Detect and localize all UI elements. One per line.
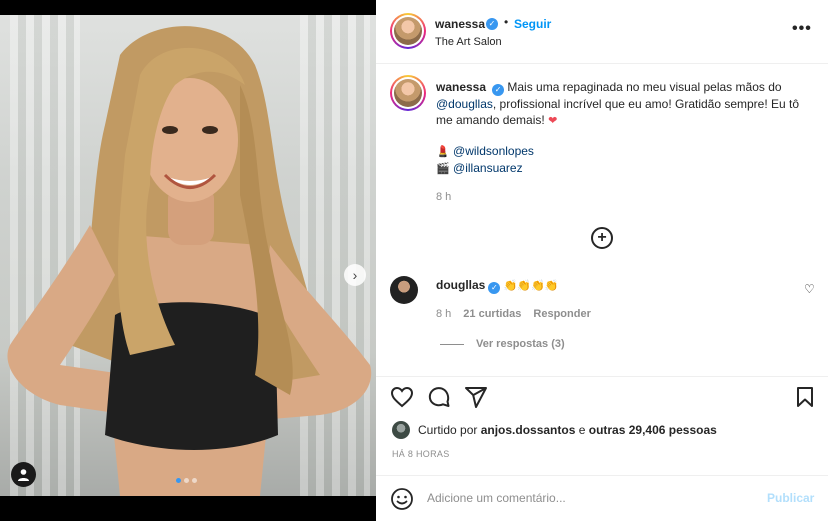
verified-badge-icon: ✓ bbox=[492, 84, 505, 96]
post-details-panel: wanessa ✓ • Seguir The Art Salon ••• wan… bbox=[376, 0, 828, 521]
reply-button[interactable]: Responder bbox=[533, 308, 590, 320]
comment-meta: 8 h 21 curtidas Responder bbox=[436, 308, 591, 320]
likes-prefix: Curtido por bbox=[418, 423, 481, 437]
post-photo bbox=[7, 26, 372, 496]
caption-author-avatar[interactable] bbox=[390, 75, 426, 111]
caption-username[interactable]: wanessa bbox=[436, 80, 486, 94]
comment-bubble-icon[interactable] bbox=[427, 385, 451, 409]
post-actions-bar bbox=[376, 376, 828, 416]
liker-avatar[interactable] bbox=[392, 421, 410, 439]
location-link[interactable]: The Art Salon bbox=[435, 36, 502, 48]
view-replies-button[interactable]: Ver respostas (3) bbox=[440, 338, 565, 350]
caption-timestamp[interactable]: 8 h bbox=[436, 191, 451, 203]
post-media: › bbox=[0, 15, 376, 496]
more-options-icon[interactable]: ••• bbox=[792, 20, 812, 38]
follow-button[interactable]: Seguir bbox=[514, 17, 551, 31]
verified-badge-icon: ✓ bbox=[486, 18, 498, 30]
comments-section: wanessa ✓ Mais uma repaginada no meu visu… bbox=[376, 65, 828, 375]
post-dialog: › wanessa ✓ • Seguir The Art Salon ••• w… bbox=[0, 0, 828, 521]
liker-username[interactable]: anjos.dossantos bbox=[481, 423, 576, 437]
carousel-dot bbox=[176, 478, 181, 483]
carousel-dot bbox=[184, 478, 189, 483]
save-bookmark-icon[interactable] bbox=[793, 385, 817, 409]
commenter-avatar[interactable] bbox=[390, 276, 418, 304]
clapperboard-icon: 🎬 bbox=[436, 162, 450, 175]
likes-middle: e bbox=[575, 423, 589, 437]
comment-timestamp[interactable]: 8 h bbox=[436, 308, 451, 320]
post-age[interactable]: HÁ 8 HORAS bbox=[392, 449, 450, 459]
like-heart-icon[interactable] bbox=[390, 385, 414, 409]
share-paper-plane-icon[interactable] bbox=[464, 385, 488, 409]
lipstick-icon: 💄 bbox=[436, 145, 450, 158]
chevron-right-icon: › bbox=[352, 267, 358, 283]
commenter-username[interactable]: dougllas bbox=[436, 278, 485, 292]
caption-text: Mais uma repaginada no meu visual pelas … bbox=[507, 80, 782, 94]
plus-icon: + bbox=[597, 229, 607, 246]
comment-like-heart-icon[interactable]: ♡ bbox=[804, 282, 815, 296]
likes-summary: Curtido por anjos.dossantos e outras 29,… bbox=[392, 421, 717, 439]
author-username[interactable]: wanessa bbox=[435, 17, 485, 31]
author-avatar[interactable] bbox=[390, 13, 426, 49]
emoji-smiley-icon[interactable] bbox=[390, 487, 414, 511]
post-header: wanessa ✓ • Seguir The Art Salon ••• bbox=[376, 0, 828, 64]
comment-text: 👏👏👏👏 bbox=[503, 279, 559, 292]
credit-mention[interactable]: @wildsonlopes bbox=[453, 144, 534, 158]
next-image-button[interactable]: › bbox=[344, 264, 366, 286]
comment-input[interactable] bbox=[427, 488, 747, 508]
view-replies-label: Ver respostas (3) bbox=[476, 338, 565, 350]
user-icon bbox=[18, 469, 29, 481]
likes-others-link[interactable]: outras 29,406 pessoas bbox=[589, 423, 717, 437]
red-heart-icon: ❤ bbox=[548, 114, 558, 127]
caption-mention[interactable]: @dougllas bbox=[436, 97, 493, 111]
replies-divider-line bbox=[440, 343, 464, 345]
tagged-users-button[interactable] bbox=[11, 462, 36, 487]
comment: dougllas ✓ 👏👏👏👏 bbox=[436, 278, 558, 294]
load-more-comments-button[interactable]: + bbox=[591, 227, 613, 249]
comment-likes-count[interactable]: 21 curtidas bbox=[463, 308, 521, 320]
separator-dot: • bbox=[504, 15, 509, 29]
carousel-dot bbox=[192, 478, 197, 483]
post-caption: wanessa ✓ Mais uma repaginada no meu visu… bbox=[436, 79, 808, 177]
add-comment-bar: Publicar bbox=[376, 475, 828, 521]
publish-button[interactable]: Publicar bbox=[767, 491, 814, 505]
carousel-indicator bbox=[176, 478, 197, 483]
credit-mention[interactable]: @illansuarez bbox=[453, 161, 523, 175]
verified-badge-icon: ✓ bbox=[488, 282, 501, 294]
